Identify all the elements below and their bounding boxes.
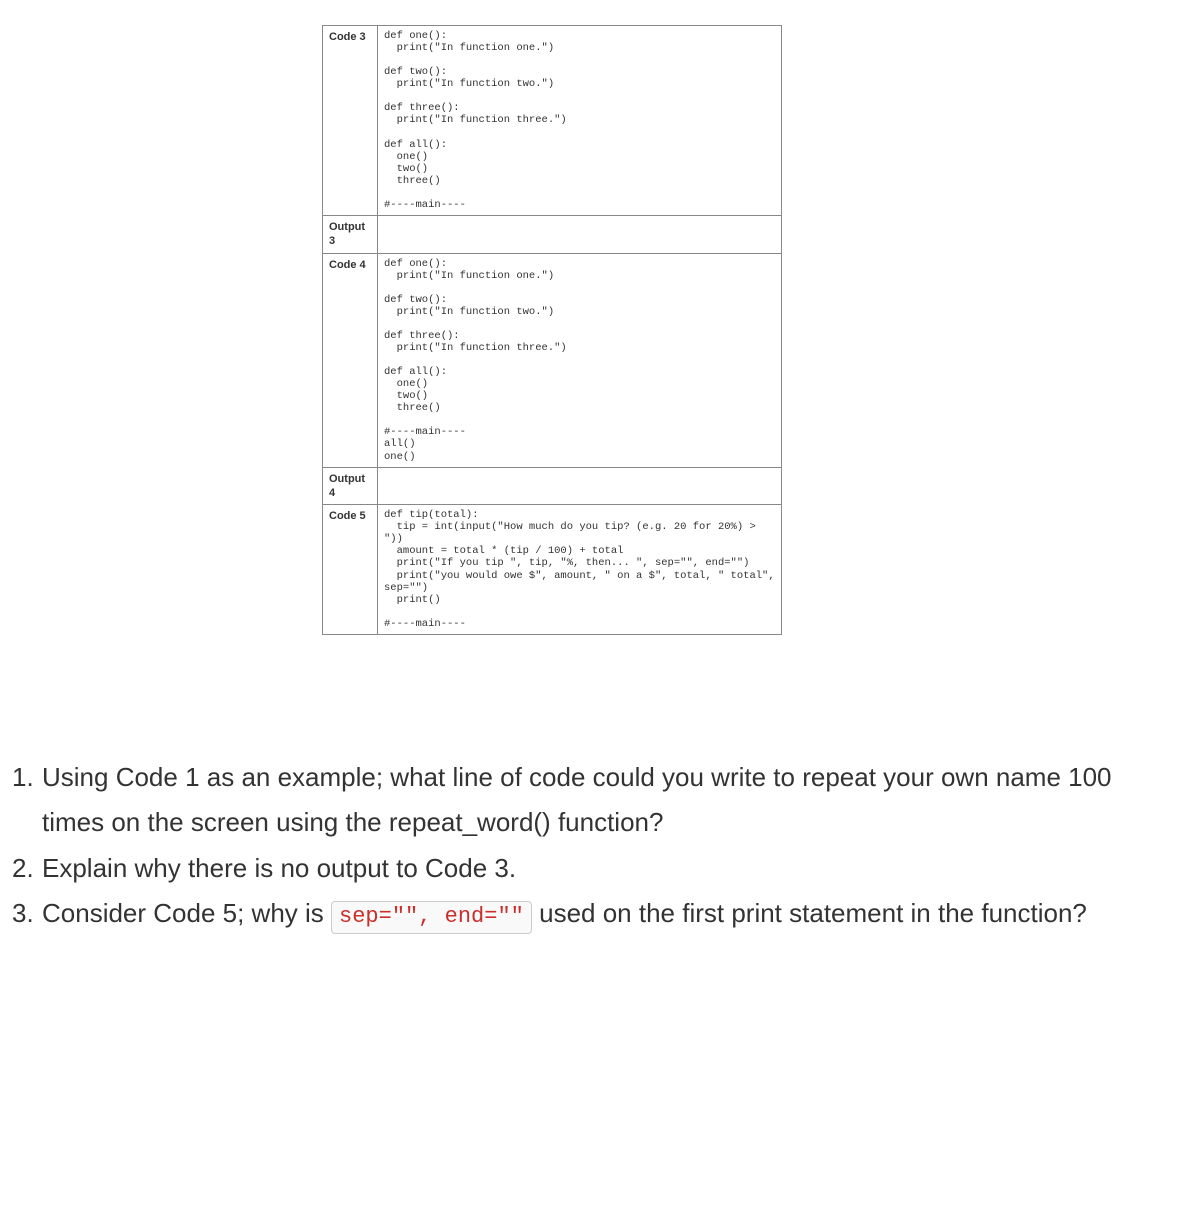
- question-1: Using Code 1 as an example; what line of…: [12, 755, 1180, 846]
- row-label: Code 4: [323, 253, 378, 467]
- row-label: Output 4: [323, 467, 378, 505]
- table-row: Output 4: [323, 467, 782, 505]
- row-code: def one(): print("In function one.") def…: [378, 26, 782, 216]
- table-row: Code 4def one(): print("In function one.…: [323, 253, 782, 467]
- question-1-text: Using Code 1 as an example; what line of…: [42, 762, 1112, 838]
- questions-section: Using Code 1 as an example; what line of…: [0, 755, 1200, 937]
- code-table-container: Code 3def one(): print("In function one.…: [322, 25, 782, 635]
- row-code: def one(): print("In function one.") def…: [378, 253, 782, 467]
- question-3-text-a: Consider Code 5; why is: [42, 898, 331, 928]
- table-row: Code 5def tip(total): tip = int(input("H…: [323, 505, 782, 635]
- row-label: Code 5: [323, 505, 378, 635]
- question-2-text: Explain why there is no output to Code 3…: [42, 853, 516, 883]
- code-table: Code 3def one(): print("In function one.…: [322, 25, 782, 635]
- row-label: Output 3: [323, 215, 378, 253]
- inline-code-sep-end: sep="", end="": [331, 901, 532, 934]
- question-3-text-b: used on the first print statement in the…: [539, 898, 1087, 928]
- row-label: Code 3: [323, 26, 378, 216]
- row-code: [378, 467, 782, 505]
- table-row: Code 3def one(): print("In function one.…: [323, 26, 782, 216]
- table-row: Output 3: [323, 215, 782, 253]
- row-code: [378, 215, 782, 253]
- question-2: Explain why there is no output to Code 3…: [12, 846, 1180, 892]
- row-code: def tip(total): tip = int(input("How muc…: [378, 505, 782, 635]
- question-3: Consider Code 5; why is sep="", end="" u…: [12, 891, 1180, 937]
